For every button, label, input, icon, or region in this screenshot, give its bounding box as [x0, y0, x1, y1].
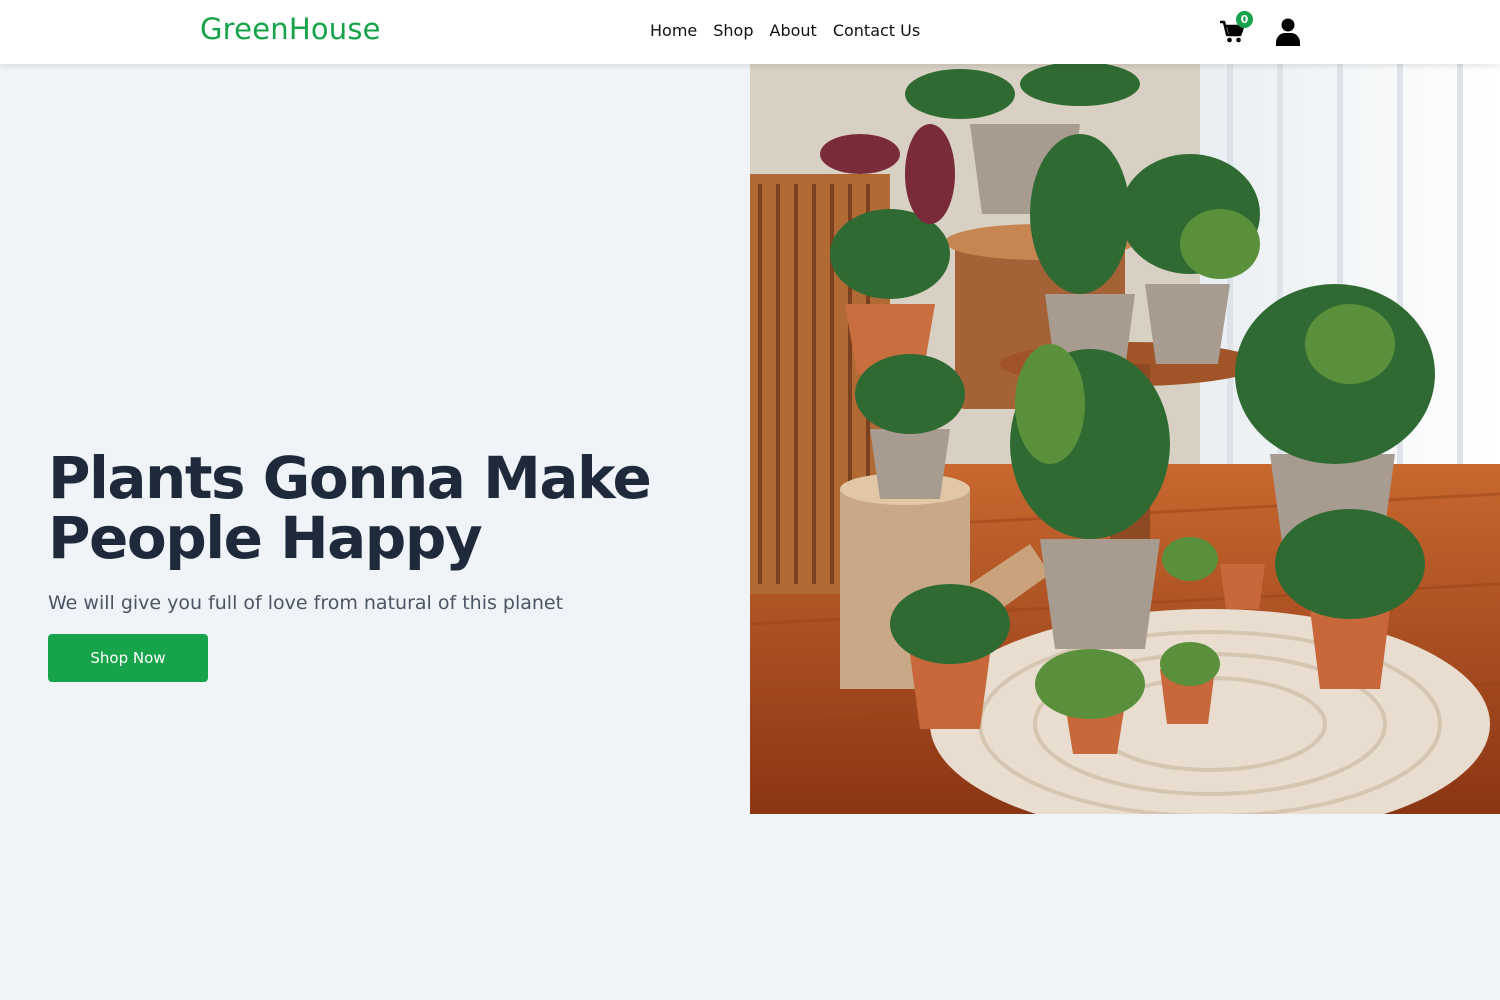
- hero-headline-line2: People Happy: [48, 504, 483, 572]
- hero-plants-image: [750, 64, 1500, 814]
- nav-link-about[interactable]: About: [770, 21, 817, 40]
- shop-now-button[interactable]: Shop Now: [48, 634, 208, 682]
- logo[interactable]: GreenHouse: [200, 12, 381, 46]
- hero-headline-line1: Plants Gonna Make: [48, 444, 652, 512]
- hero-text: Plants Gonna Make People Happy We will g…: [48, 448, 728, 682]
- nav-links: Home Shop About Contact Us: [650, 21, 920, 40]
- nav-link-home[interactable]: Home: [650, 21, 697, 40]
- user-account-button[interactable]: [1276, 18, 1300, 46]
- hero-subtext: We will give you full of love from natur…: [48, 592, 564, 614]
- nav-link-shop[interactable]: Shop: [713, 21, 753, 40]
- cart-count-badge: 0: [1236, 11, 1253, 28]
- nav-link-contact[interactable]: Contact Us: [833, 21, 920, 40]
- hero-headline: Plants Gonna Make People Happy: [48, 448, 728, 568]
- cart-button[interactable]: 0: [1219, 11, 1253, 47]
- plants-illustration: [750, 64, 1500, 814]
- user-icon: [1276, 18, 1300, 46]
- navbar: GreenHouse Home Shop About Contact Us 0: [0, 0, 1500, 64]
